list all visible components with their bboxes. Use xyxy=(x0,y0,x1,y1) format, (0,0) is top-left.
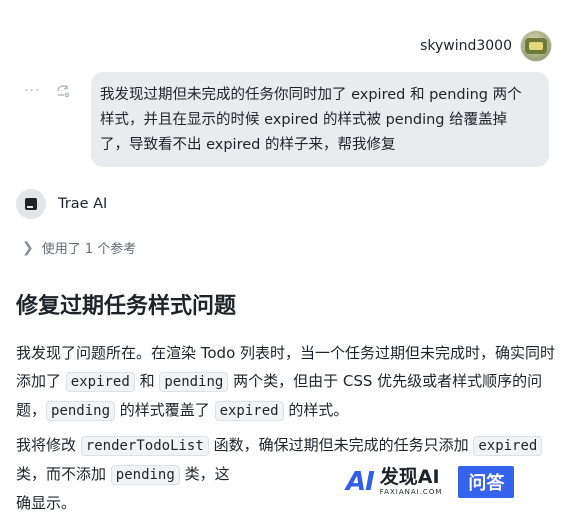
references-toggle[interactable]: ❯ 使用了 1 个参考 xyxy=(22,238,137,258)
response-paragraph-1: 我发现了问题所在。在渲染 Todo 列表时，当一个任务过期但未完成时，确实同时添… xyxy=(16,339,556,425)
user-message-bubble: 我发现过期但未完成的任务你同时加了 expired 和 pending 两个样式… xyxy=(91,72,549,167)
user-avatar[interactable] xyxy=(520,30,552,62)
inline-code: expired xyxy=(65,372,135,392)
watermark: AI 发现AI FAXIANAI.COM 问答 xyxy=(346,466,517,498)
text: 类，而不添加 xyxy=(16,465,111,483)
watermark-brand: 发现AI xyxy=(379,466,440,488)
more-icon[interactable]: ··· xyxy=(24,84,40,98)
inline-code: pending xyxy=(159,372,229,392)
text: 函数，确保过期但未完成的任务只添加 xyxy=(208,436,474,454)
text: 我将修改 xyxy=(16,436,81,454)
assistant-name: Trae AI xyxy=(58,196,108,212)
inline-code: renderTodoList xyxy=(80,436,209,456)
text: 和 xyxy=(134,372,160,390)
assistant-avatar xyxy=(16,189,46,219)
watermark-domain: FAXIANAI.COM xyxy=(379,488,443,496)
inline-code: pending xyxy=(110,465,180,485)
watermark-badge: 问答 xyxy=(458,466,515,498)
text: 确显示。 xyxy=(16,494,77,512)
text: 类，这 xyxy=(179,465,230,483)
watermark-logo: AI xyxy=(346,467,375,497)
inline-code: expired xyxy=(214,401,284,421)
text: 的样式。 xyxy=(283,401,349,419)
text: 的样式覆盖了 xyxy=(115,401,215,419)
references-label: 使用了 1 个参考 xyxy=(41,242,137,257)
chevron-right-icon: ❯ xyxy=(22,239,34,256)
user-header: skywind3000 xyxy=(420,30,552,62)
user-name: skywind3000 xyxy=(420,38,512,54)
message-actions: ··· xyxy=(24,82,72,100)
inline-code: expired xyxy=(473,436,543,456)
assistant-header: Trae AI xyxy=(16,189,107,219)
share-icon[interactable] xyxy=(54,82,72,100)
inline-code: pending xyxy=(46,401,116,421)
response-heading: 修复过期任务样式问题 xyxy=(16,294,237,319)
